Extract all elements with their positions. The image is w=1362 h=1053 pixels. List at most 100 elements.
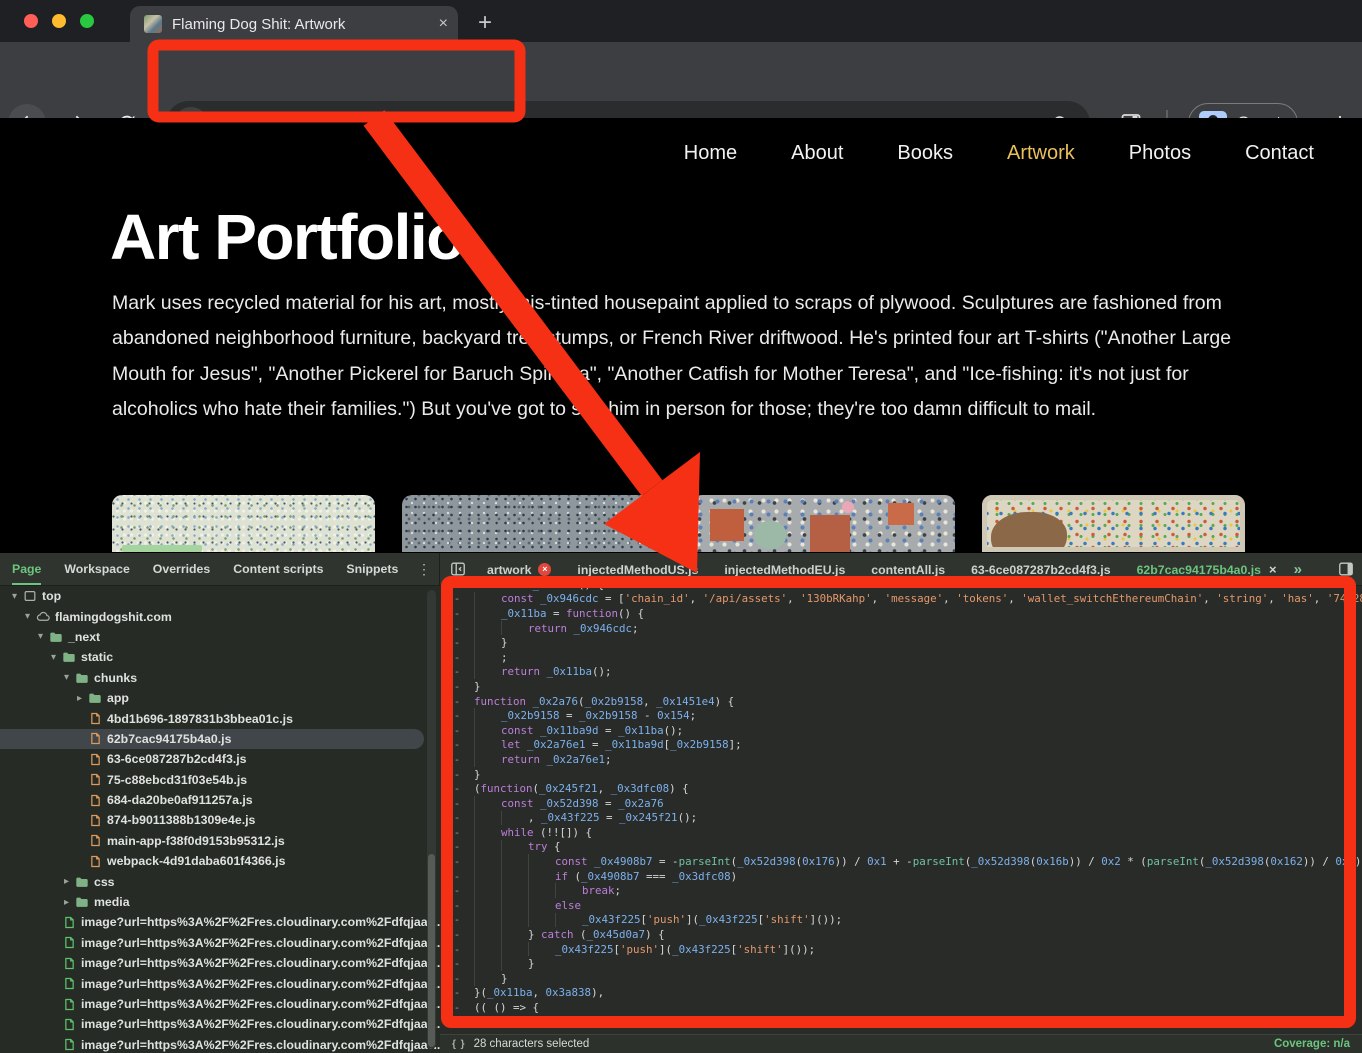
editor-tab-63-6ce087287b2cd4f3-js[interactable]: 63-6ce087287b2cd4f3.js [958,553,1123,585]
editor-tab-bar: artwork×injectedMethodUS.jsinjectedMetho… [440,553,1362,585]
code-token: , [1268,592,1281,605]
image-file-icon [60,1038,78,1051]
tree-item-4[interactable]: ▾chunks [0,668,440,688]
code-line-26: -_0x43f225['push'](_0x43f225['shift']())… [440,942,1362,957]
code-token: , [943,592,956,605]
expand-arrow-icon[interactable]: ▾ [47,652,60,663]
tab-close-icon[interactable]: × [1269,562,1277,577]
more-options-icon[interactable]: ⋮ [417,553,431,585]
tab-close-icon[interactable]: × [439,15,448,33]
tree-item-7[interactable]: 62b7cac94175b4a0.js [0,729,424,749]
collapse-arrow-icon[interactable]: ▸ [60,876,73,887]
code-line-12: -let _0x2a76e1 = _0x11ba9d[_0x2b9158]; [440,738,1362,753]
image-file-icon [60,1018,78,1031]
tree-item-6[interactable]: 4bd1b696-1897831b3bbea01c.js [0,708,440,728]
code-editor[interactable]: -function _0x11ba() {-const _0x946cdc = … [440,586,1362,1034]
nav-photos[interactable]: Photos [1129,142,1191,165]
tree-item-22[interactable]: image?url=https%3A%2F%2Fres.cloudinary.c… [0,1035,440,1053]
code-line-17: -, _0x43f225 = _0x245f21(); [440,811,1362,826]
indent-guide [474,854,501,869]
sidebar-tab-page[interactable]: Page [12,553,41,585]
tree-item-10[interactable]: 684-da20be0af911257a.js [0,790,440,810]
artwork-thumb-4[interactable] [982,495,1245,552]
expand-arrow-icon[interactable]: ▾ [21,611,34,622]
window-close-button[interactable] [24,14,38,28]
tree-item-1[interactable]: ▾flamingdogshit.com [0,606,440,626]
window-minimize-button[interactable] [52,14,66,28]
browser-tab[interactable]: Flaming Dog Shit: Artwork × [130,6,458,42]
more-tabs-icon[interactable]: » [1294,561,1302,578]
code-token: 0x2 [1101,855,1121,868]
folder-icon [73,895,91,909]
expand-arrow-icon[interactable]: ▾ [8,591,21,602]
collapse-arrow-icon[interactable]: ▸ [60,897,73,908]
editor-tab-contentAll-js[interactable]: contentAll.js [858,553,958,585]
nav-about[interactable]: About [791,142,843,165]
code-token: = [600,811,620,824]
code-token: = [599,724,619,737]
artwork-thumb-2[interactable] [402,495,665,552]
tree-scrollbar[interactable] [427,590,436,1049]
nav-contact[interactable]: Contact [1245,142,1314,165]
tree-item-21[interactable]: image?url=https%3A%2F%2Fres.cloudinary.c… [0,1014,440,1034]
code-token: _0x4908b7 [594,855,653,868]
tree-item-label: image?url=https%3A%2F%2Fres.cloudinary.c… [81,936,440,950]
code-line-3: -_0x11ba = function() { [440,606,1362,621]
tree-item-5[interactable]: ▸app [0,688,440,708]
tree-item-3[interactable]: ▾static [0,647,440,667]
tree-item-20[interactable]: image?url=https%3A%2F%2Fres.cloudinary.c… [0,994,440,1014]
editor-tab-62b7cac94175b4a0-js[interactable]: 62b7cac94175b4a0.js× [1124,553,1290,585]
fold-marker: - [440,738,474,751]
window-zoom-button[interactable] [80,14,94,28]
code-token: ) { [645,928,665,941]
tree-item-9[interactable]: 75-c88ebcd31f03e54b.js [0,770,440,790]
indent-guide [528,854,555,869]
tree-item-16[interactable]: image?url=https%3A%2F%2Fres.cloudinary.c… [0,912,440,932]
nav-books[interactable]: Books [897,142,953,165]
code-token: 'push' [620,943,659,956]
code-token: )) / [1069,855,1102,868]
sidebar-tab-overrides[interactable]: Overrides [153,553,210,585]
artwork-thumb-1[interactable] [112,495,375,552]
artwork-thumbnails [112,495,1245,552]
tree-item-0[interactable]: ▾top [0,586,440,606]
fold-marker: - [440,636,474,649]
sidebar-tab-snippets[interactable]: Snippets [346,553,398,585]
tree-item-18[interactable]: image?url=https%3A%2F%2Fres.cloudinary.c… [0,953,440,973]
toggle-debugger-sidebar-icon[interactable] [1338,561,1354,577]
toggle-navigator-icon[interactable] [450,561,466,577]
browser-window: Flaming Dog Shit: Artwork × + flamingdog… [0,0,1362,1053]
tree-item-label: 874-b9011388b1309e4e.js [107,813,255,827]
tree-item-19[interactable]: image?url=https%3A%2F%2Fres.cloudinary.c… [0,973,440,993]
sidebar-tab-content-scripts[interactable]: Content scripts [233,553,323,585]
tree-item-14[interactable]: ▸css [0,871,440,891]
tree-item-2[interactable]: ▾_next [0,627,440,647]
expand-arrow-icon[interactable]: ▾ [60,672,73,683]
fold-marker: - [440,665,474,678]
code-line-4: -return _0x946cdc; [440,621,1362,636]
code-line-10: -_0x2b9158 = _0x2b9158 - 0x154; [440,708,1362,723]
artwork-thumb-3[interactable] [692,495,955,552]
tree-item-13[interactable]: webpack-4d91daba601f4366.js [0,851,440,871]
editor-tab-injectedMethodEU-js[interactable]: injectedMethodEU.js [711,553,858,585]
tree-item-12[interactable]: main-app-f38f0d9153b95312.js [0,831,440,851]
tree-item-8[interactable]: 63-6ce087287b2cd4f3.js [0,749,440,769]
code-token: ]()); [783,943,816,956]
js-file-icon [86,773,104,786]
expand-arrow-icon[interactable]: ▾ [34,631,47,642]
indent-guide [501,854,528,869]
indent-guide [528,869,555,884]
code-token: 'chain_id' [625,592,690,605]
tree-item-15[interactable]: ▸media [0,892,440,912]
tree-item-11[interactable]: 874-b9011388b1309e4e.js [0,810,440,830]
sidebar-tab-workspace[interactable]: Workspace [64,553,129,585]
collapse-arrow-icon[interactable]: ▸ [73,693,86,704]
nav-home[interactable]: Home [684,142,737,165]
tree-item-17[interactable]: image?url=https%3A%2F%2Fres.cloudinary.c… [0,933,440,953]
nav-artwork[interactable]: Artwork [1007,142,1075,165]
new-tab-button[interactable]: + [468,6,502,40]
editor-tab-artwork[interactable]: artwork× [474,553,564,585]
tree-item-label: 62b7cac94175b4a0.js [107,732,231,746]
code-token: while [501,826,534,839]
editor-tab-injectedMethodUS-js[interactable]: injectedMethodUS.js [564,553,711,585]
